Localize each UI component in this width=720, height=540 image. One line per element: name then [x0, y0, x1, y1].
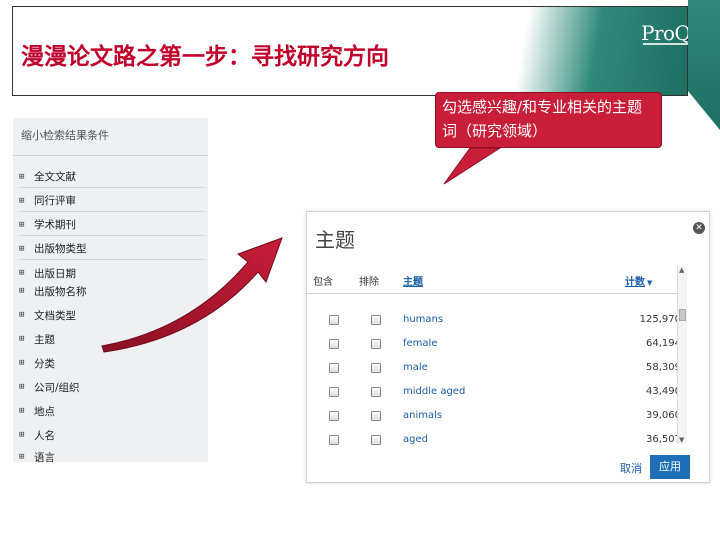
- annotation-arrows: [101, 147, 502, 353]
- callout-tail: [443, 147, 502, 185]
- curved-arrow-icon: [101, 237, 283, 353]
